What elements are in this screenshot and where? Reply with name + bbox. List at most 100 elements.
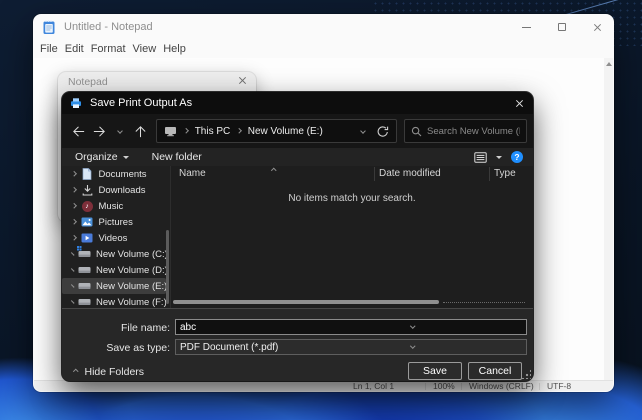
sidebar-item-downloads[interactable]: Downloads [62, 182, 166, 198]
expander-chevron-icon[interactable] [71, 284, 74, 287]
toolbar-right-controls [474, 151, 523, 163]
dialog-titlebar: Save Print Output As [62, 92, 533, 114]
help-button[interactable] [511, 151, 523, 163]
breadcrumb-this-pc[interactable]: This PC [195, 126, 231, 137]
pictures-icon [81, 216, 94, 229]
print-window-titlebar: Notepad [58, 72, 256, 92]
expander-chevron-icon[interactable] [71, 220, 76, 225]
sidebar-item-documents[interactable]: Documents [62, 166, 166, 182]
recent-locations-button[interactable] [110, 120, 131, 142]
sort-ascending-icon [271, 168, 276, 173]
save-dialog: Save Print Output As This PC [62, 92, 533, 381]
save-print-icon [70, 97, 82, 109]
back-button[interactable] [68, 120, 89, 142]
save-as-type-label: Save as type: [62, 342, 170, 354]
sidebar-item-label: New Volume (F:) [96, 297, 166, 308]
sidebar-item-label: Music [99, 201, 124, 212]
file-name-input[interactable] [175, 319, 527, 335]
minimize-button[interactable] [509, 14, 544, 40]
menu-format[interactable]: Format [91, 42, 126, 56]
sidebar-item-pictures[interactable]: Pictures [62, 214, 166, 230]
new-folder-button[interactable]: New folder [152, 151, 202, 163]
sidebar-item-new-volume-d[interactable]: New Volume (D:) [62, 262, 166, 278]
dialog-toolbar: Organize New folder [62, 148, 533, 166]
search-input[interactable] [427, 126, 520, 137]
up-button[interactable] [130, 120, 151, 142]
expander-chevron-icon[interactable] [71, 252, 74, 255]
expander-chevron-icon[interactable] [71, 236, 76, 241]
horizontal-scrollbar-thumb[interactable] [173, 300, 439, 304]
notepad-menubar: File Edit Format View Help [33, 40, 614, 58]
expander-chevron-icon[interactable] [71, 188, 76, 193]
column-header-date-modified[interactable]: Date modified [379, 168, 441, 179]
desktop: Untitled - Notepad File Edit Format View… [0, 0, 642, 420]
system-drive-icon [78, 248, 91, 261]
column-header-name[interactable]: Name [179, 168, 206, 179]
expander-chevron-icon[interactable] [71, 172, 76, 177]
cancel-button[interactable]: Cancel [468, 362, 522, 380]
caret-down-icon [123, 156, 129, 159]
status-separator [461, 383, 462, 390]
notepad-vertical-scrollbar[interactable] [604, 58, 613, 380]
sidebar-item-label: Videos [99, 233, 128, 244]
breadcrumb[interactable]: This PC New Volume (E:) [156, 119, 397, 143]
dialog-close-button[interactable] [505, 92, 533, 114]
maximize-button[interactable] [544, 14, 579, 40]
windows-logo-badge [77, 246, 79, 248]
up-arrow-icon [133, 124, 148, 139]
sidebar-item-label: Pictures [99, 217, 133, 228]
videos-icon [81, 232, 94, 245]
menu-help[interactable]: Help [163, 42, 186, 56]
search-icon [411, 126, 422, 137]
sidebar-item-new-volume-e[interactable]: New Volume (E:) [62, 278, 166, 294]
column-divider[interactable] [489, 167, 490, 181]
status-encoding: UTF-8 [547, 381, 571, 391]
breadcrumb-new-volume-e[interactable]: New Volume (E:) [248, 126, 323, 137]
download-icon [81, 184, 94, 197]
hide-folders-button[interactable]: Hide Folders [74, 366, 144, 378]
drive-icon [78, 264, 91, 277]
forward-button[interactable] [89, 120, 110, 142]
column-header-type[interactable]: Type [494, 168, 516, 179]
horizontal-scrollbar-track[interactable] [443, 302, 525, 303]
column-divider[interactable] [374, 167, 375, 181]
menu-file[interactable]: File [40, 42, 58, 56]
sidebar-item-music[interactable]: Music [62, 198, 166, 214]
close-button[interactable] [579, 14, 614, 40]
view-mode-caret[interactable] [496, 156, 502, 159]
sidebar-item-new-volume-c[interactable]: New Volume (C:) [62, 246, 166, 262]
menu-view[interactable]: View [133, 42, 157, 56]
notepad-statusbar: Ln 1, Col 1 100% Windows (CRLF) UTF-8 [34, 380, 613, 391]
menu-edit[interactable]: Edit [65, 42, 84, 56]
notepad-titlebar: Untitled - Notepad [33, 14, 614, 40]
music-icon [81, 200, 94, 213]
refresh-button[interactable] [376, 125, 389, 138]
save-as-type-select[interactable]: PDF Document (*.pdf) [175, 339, 527, 355]
organize-button[interactable]: Organize [75, 151, 129, 163]
save-as-type-value: PDF Document (*.pdf) [180, 342, 278, 353]
view-mode-button[interactable] [474, 152, 487, 163]
sidebar-item-label: Downloads [99, 185, 146, 196]
sidebar-item-label: New Volume (E:) [96, 281, 166, 292]
status-separator [539, 383, 540, 390]
expander-chevron-icon[interactable] [71, 300, 74, 303]
forward-arrow-icon [92, 124, 107, 139]
sidebar-item-videos[interactable]: Videos [62, 230, 166, 246]
back-arrow-icon [71, 124, 86, 139]
address-dropdown-button[interactable] [360, 128, 366, 134]
notepad-window-controls [509, 14, 614, 40]
search-box[interactable] [404, 119, 527, 143]
expander-chevron-icon[interactable] [71, 268, 74, 271]
save-button[interactable]: Save [408, 362, 462, 380]
organize-label: Organize [75, 151, 118, 163]
sidebar-scrollbar[interactable] [166, 230, 169, 304]
sidebar-item-label: New Volume (C:) [96, 249, 166, 260]
column-headers: Name Date modified Type [171, 166, 533, 182]
expander-chevron-icon[interactable] [71, 204, 76, 209]
status-separator [425, 383, 426, 390]
resize-grip[interactable] [521, 369, 531, 379]
print-window-close-button[interactable] [237, 76, 246, 88]
dialog-address-bar: This PC New Volume (E:) [62, 114, 533, 148]
notepad-app-icon [42, 19, 56, 35]
sidebar-item-new-volume-f[interactable]: New Volume (F:) [62, 294, 166, 308]
